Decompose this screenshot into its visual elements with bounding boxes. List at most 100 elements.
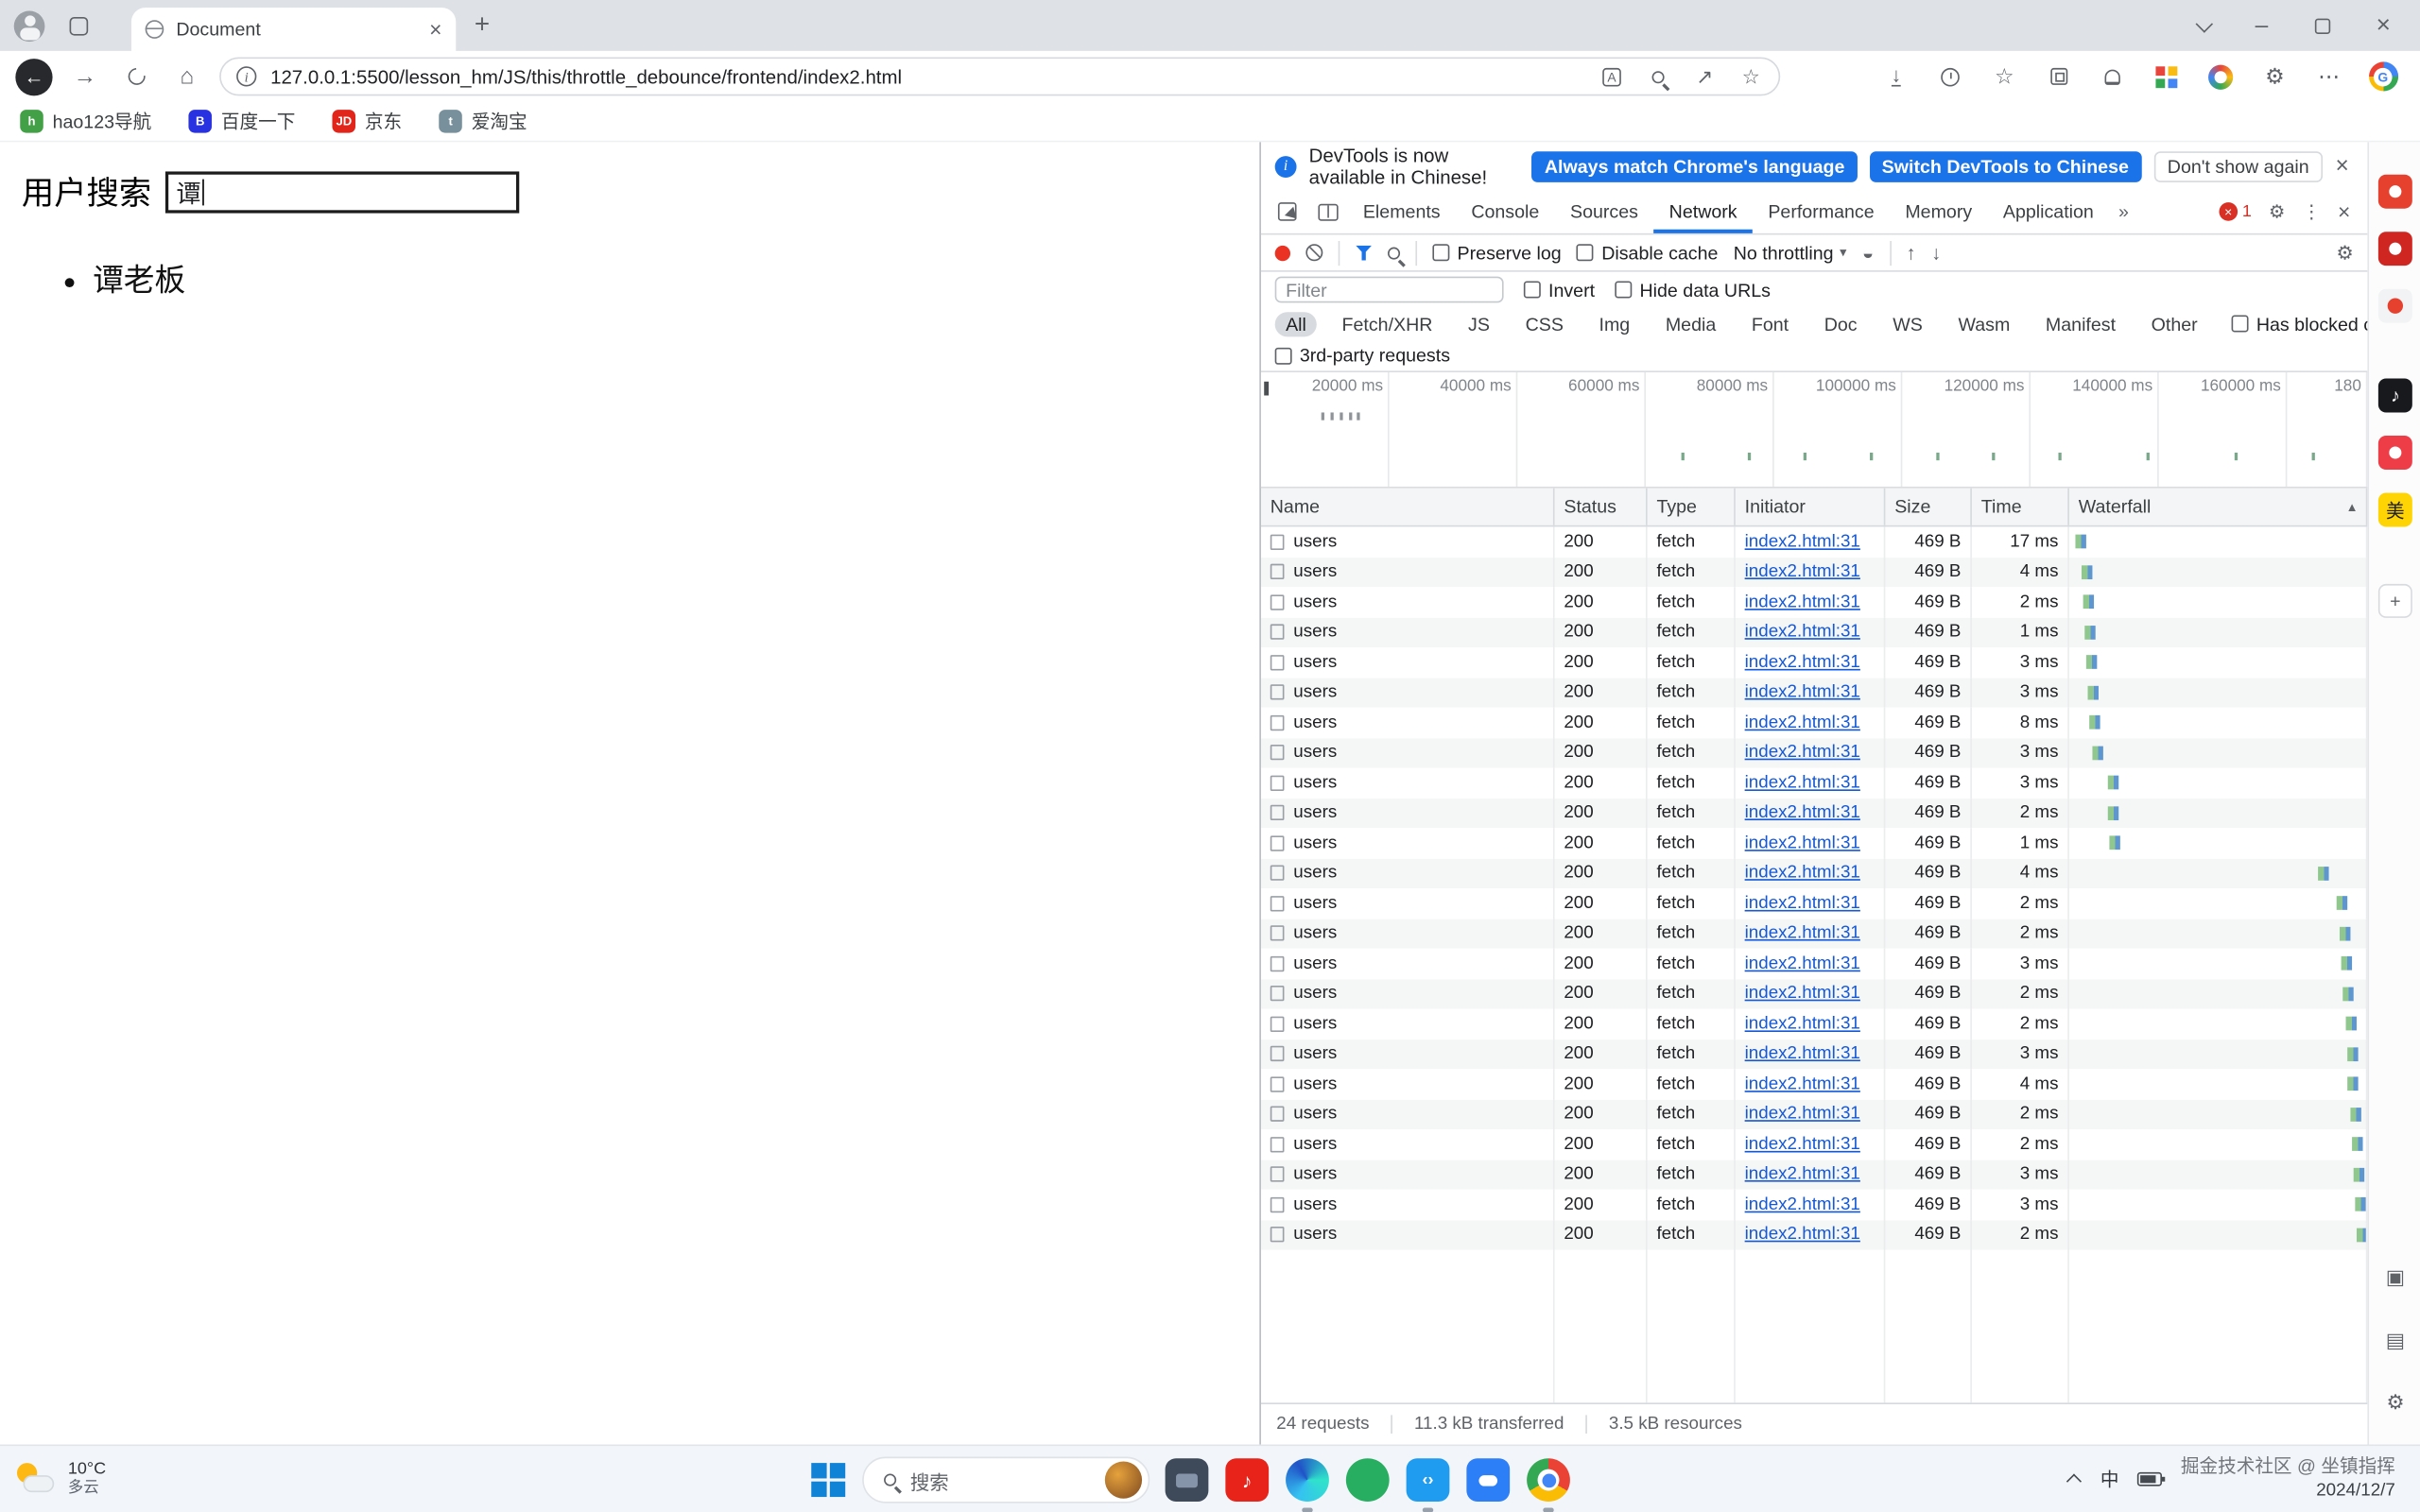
scan-tool-icon[interactable]: ▣ (2378, 1261, 2412, 1295)
profile-avatar-icon[interactable] (14, 10, 45, 42)
file-explorer-icon[interactable] (1166, 1458, 1209, 1502)
extensions-ring-icon[interactable] (2205, 61, 2237, 93)
network-row[interactable]: users 200 fetch index2.html:31 469 B 3 m… (1261, 738, 2367, 768)
taskbar-clock[interactable]: 掘金技术社区 @ 坐镇指挥 2024/12/7 (2181, 1455, 2395, 1503)
battery-icon[interactable] (2137, 1472, 2162, 1486)
initiator-link[interactable]: index2.html:31 (1745, 985, 1860, 1004)
initiator-link[interactable]: index2.html:31 (1745, 1135, 1860, 1154)
address-bar[interactable]: i 127.0.0.1:5500/lesson_hm/JS/this/throt… (219, 57, 1780, 95)
network-row[interactable]: users 200 fetch index2.html:31 469 B 3 m… (1261, 1190, 2367, 1220)
dont-show-again-button[interactable]: Don't show again (2153, 150, 2323, 181)
column-header-waterfall[interactable]: Waterfall ▲ (2069, 489, 2368, 525)
devtools-tab-application[interactable]: Application (1988, 190, 2110, 233)
taskbar-search[interactable]: 搜索 (862, 1457, 1150, 1503)
initiator-link[interactable]: index2.html:31 (1745, 683, 1860, 702)
type-filter-doc[interactable]: Doc (1813, 311, 1868, 335)
search-network-icon[interactable] (1388, 247, 1400, 259)
type-filter-wasm[interactable]: Wasm (1947, 311, 2021, 335)
bookmark-item[interactable]: t 爱淘宝 (439, 108, 527, 134)
bookmark-item[interactable]: JD 京东 (333, 108, 403, 134)
network-row[interactable]: users 200 fetch index2.html:31 469 B 3 m… (1261, 767, 2367, 798)
filter-funnel-icon[interactable] (1356, 245, 1373, 260)
devtools-more-menu-icon[interactable]: ⋮ (2302, 201, 2321, 223)
network-row[interactable]: users 200 fetch index2.html:31 469 B 2 m… (1261, 919, 2367, 949)
initiator-link[interactable]: index2.html:31 (1745, 562, 1860, 581)
switch-devtools-chinese-button[interactable]: Switch DevTools to Chinese (1870, 150, 2141, 181)
network-overview[interactable]: 20000 ms40000 ms60000 ms80000 ms100000 m… (1261, 372, 2367, 489)
maximize-button[interactable] (2314, 18, 2329, 33)
add-sidebar-app-icon[interactable]: + (2378, 584, 2412, 618)
network-row[interactable]: users 200 fetch index2.html:31 469 B 17 … (1261, 526, 2367, 557)
type-filter-manifest[interactable]: Manifest (2034, 311, 2126, 335)
initiator-link[interactable]: index2.html:31 (1745, 864, 1860, 883)
network-row[interactable]: users 200 fetch index2.html:31 469 B 3 m… (1261, 1160, 2367, 1190)
download-icon[interactable]: ↓ (1880, 61, 1911, 93)
home-button[interactable]: ⌂ (168, 58, 205, 94)
back-button[interactable]: ← (15, 58, 52, 94)
forward-button[interactable]: → (66, 58, 103, 94)
network-row[interactable]: users 200 fetch index2.html:31 469 B 1 m… (1261, 617, 2367, 647)
type-filter-other[interactable]: Other (2140, 311, 2208, 335)
initiator-link[interactable]: index2.html:31 (1745, 1074, 1860, 1093)
network-row[interactable]: users 200 fetch index2.html:31 469 B 2 m… (1261, 1099, 2367, 1129)
inspect-element-icon[interactable] (1267, 192, 1307, 232)
type-filter-img[interactable]: Img (1588, 311, 1641, 335)
devtools-tab-performance[interactable]: Performance (1753, 190, 1890, 233)
green-app-icon[interactable] (1346, 1458, 1390, 1502)
tab-list-chevron-icon[interactable] (2196, 14, 2213, 31)
collections-icon[interactable] (2043, 61, 2074, 93)
g-profile-icon[interactable]: G (2367, 61, 2398, 93)
column-header-initiator[interactable]: Initiator (1736, 489, 1886, 525)
invert-checkbox[interactable]: Invert (1524, 279, 1595, 301)
network-row[interactable]: users 200 fetch index2.html:31 469 B 2 m… (1261, 888, 2367, 919)
tray-overflow-chevron-icon[interactable] (2066, 1473, 2082, 1488)
bookmark-item[interactable]: B 百度一下 (189, 108, 296, 134)
filter-input[interactable]: Filter (1275, 277, 1504, 303)
network-row[interactable]: users 200 fetch index2.html:31 469 B 1 m… (1261, 828, 2367, 858)
console-error-badge[interactable]: × 1 (2219, 202, 2252, 221)
chrome-browser-icon[interactable] (1527, 1458, 1570, 1502)
network-row[interactable]: users 200 fetch index2.html:31 469 B 4 m… (1261, 1069, 2367, 1099)
red-portal-icon[interactable] (2378, 175, 2412, 209)
contacts-app-icon[interactable] (2378, 289, 2412, 323)
column-header-size[interactable]: Size (1885, 489, 1972, 525)
initiator-link[interactable]: index2.html:31 (1745, 1195, 1860, 1214)
banner-close-icon[interactable]: × (2335, 153, 2353, 180)
network-row[interactable]: users 200 fetch index2.html:31 469 B 2 m… (1261, 1008, 2367, 1039)
history-icon[interactable] (1935, 61, 1966, 93)
preserve-log-checkbox[interactable]: Preserve log (1432, 242, 1561, 264)
type-filter-fetchxhr[interactable]: Fetch/XHR (1331, 311, 1443, 335)
network-row[interactable]: users 200 fetch index2.html:31 469 B 3 m… (1261, 949, 2367, 979)
type-filter-js[interactable]: JS (1458, 311, 1501, 335)
devtools-tab-network[interactable]: Network (1653, 190, 1753, 233)
site-info-icon[interactable]: i (236, 66, 256, 86)
hide-data-urls-checkbox[interactable]: Hide data URLs (1615, 279, 1771, 301)
initiator-link[interactable]: index2.html:31 (1745, 533, 1860, 552)
initiator-link[interactable]: index2.html:31 (1745, 833, 1860, 852)
devtools-tab-elements[interactable]: Elements (1347, 190, 1455, 233)
initiator-link[interactable]: index2.html:31 (1745, 803, 1860, 822)
notifications-bell-icon[interactable] (2097, 61, 2128, 93)
apps-grid-icon[interactable] (2152, 61, 2183, 93)
taskbar-weather-widget[interactable]: 10°C 多云 (15, 1461, 106, 1498)
network-row[interactable]: users 200 fetch index2.html:31 469 B 2 m… (1261, 587, 2367, 617)
edge-browser-icon[interactable] (1286, 1458, 1329, 1502)
initiator-link[interactable]: index2.html:31 (1745, 1015, 1860, 1034)
initiator-link[interactable]: index2.html:31 (1745, 653, 1860, 672)
favorites-icon[interactable]: ☆ (1989, 61, 2020, 93)
initiator-link[interactable]: index2.html:31 (1745, 774, 1860, 793)
initiator-link[interactable]: index2.html:31 (1745, 1105, 1860, 1124)
type-filter-media[interactable]: Media (1654, 311, 1726, 335)
devtools-close-icon[interactable]: × (2338, 199, 2350, 224)
network-row[interactable]: users 200 fetch index2.html:31 469 B 4 m… (1261, 557, 2367, 587)
workspaces-icon[interactable] (70, 16, 89, 35)
bookmark-item[interactable]: h hao123导航 (20, 108, 151, 134)
record-network-log-icon[interactable] (1275, 245, 1290, 260)
initiator-link[interactable]: index2.html:31 (1745, 744, 1860, 763)
network-conditions-icon[interactable]: ◒ (1862, 242, 1874, 264)
share-icon[interactable]: ↗ (1692, 64, 1717, 89)
meituan-icon[interactable]: 美 (2378, 492, 2412, 526)
refresh-button[interactable] (117, 58, 154, 94)
live-camera-icon[interactable] (2378, 436, 2412, 470)
browser-settings-gear-icon[interactable]: ⚙ (2259, 61, 2290, 93)
